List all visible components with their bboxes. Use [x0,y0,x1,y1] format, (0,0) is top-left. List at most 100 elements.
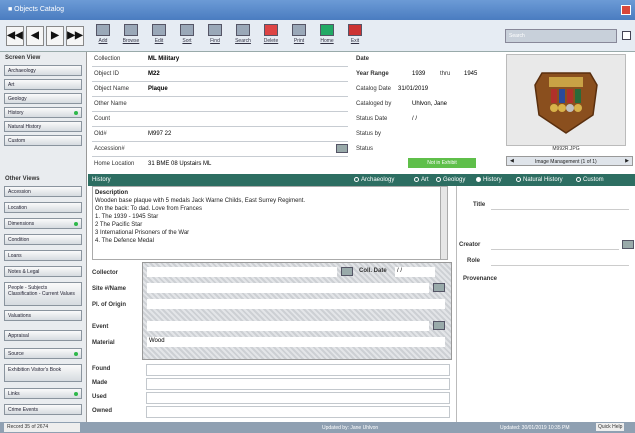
sidebar-item-natural-history[interactable]: Natural History [4,121,82,132]
radio-icon [516,177,521,182]
home-button[interactable]: Home [314,23,340,49]
print-icon [292,24,306,36]
find-button[interactable]: Find [202,23,228,49]
used-label: Used [92,394,107,400]
radio-natural-history[interactable]: Natural History [516,177,563,183]
search-button[interactable]: Search [230,23,256,49]
quick-help-button[interactable]: Quick Help [596,423,625,431]
radio-icon [414,177,419,182]
creator-field[interactable] [491,240,619,250]
image-prev-icon[interactable]: ◀ [510,158,514,164]
title-label: Title [473,202,486,208]
description-scrollbar[interactable] [440,187,447,259]
catalog-date-field[interactable]: 31/01/2019 [396,85,456,95]
sidebar-item-accession[interactable]: Accession [4,186,82,197]
add-button[interactable]: Add [90,23,116,49]
sidebar-item-loans[interactable]: Loans [4,250,82,261]
sort-button[interactable]: Sort [174,23,200,49]
sidebar-item-archaeology[interactable]: Archaeology [4,65,82,76]
collector-lookup-icon[interactable] [341,267,353,276]
sidebar-item-links[interactable]: Links [4,388,82,399]
sidebar-item-location[interactable]: Location [4,202,82,213]
site-lookup-icon[interactable] [433,283,445,292]
window-title-bar: ■ Objects Catalog [0,0,635,20]
coll-date-field[interactable]: / / [395,267,435,277]
status-date-field[interactable]: / / [410,115,450,125]
cataloged-by-field[interactable]: Uhlvon, Jane [410,100,480,110]
close-window-button[interactable] [621,5,631,15]
radio-art[interactable]: Art [414,177,429,183]
owned-field[interactable] [146,406,450,418]
site-label: Site #/Name [92,286,127,292]
year-from-field[interactable]: 1939 [410,70,432,80]
edit-button[interactable]: Edit [146,23,172,49]
exit-button[interactable]: Exit [342,23,368,49]
object-image[interactable] [506,54,626,146]
sidebar-item-crime-events[interactable]: Crime Events [4,404,82,415]
sidebar-item-source[interactable]: Source [4,348,82,359]
image-filename: M992R.JPG [552,146,580,152]
delete-button[interactable]: Delete [258,23,284,49]
status-by-field[interactable] [410,130,490,140]
material-field[interactable]: Wood [147,337,445,347]
image-next-icon[interactable]: ▶ [625,158,629,164]
home-location-field[interactable]: 31 BME 08 Upstairs ML [146,160,346,170]
previous-record-button[interactable]: ◀ [26,26,44,46]
sidebar-item-history[interactable]: History [4,107,82,118]
sidebar-item-exhibition[interactable]: Exhibition Visitor's Book [4,364,82,382]
sidebar-item-condition[interactable]: Condition [4,234,82,245]
sidebar-item-art[interactable]: Art [4,79,82,90]
role-field[interactable] [491,256,629,266]
radio-archaeology[interactable]: Archaeology [354,177,394,183]
status-field[interactable] [380,145,490,155]
image-manager-bar[interactable]: ◀ Image Management (1 of 1) ▶ [506,156,633,166]
radio-custom[interactable]: Custom [576,177,604,183]
home-icon [320,24,334,36]
made-field[interactable] [146,378,450,390]
radio-geology[interactable]: Geology [436,177,465,183]
toolbar-checkbox[interactable] [622,31,631,40]
object-id-label: Object ID [94,71,120,77]
first-record-button[interactable]: ◀◀ [6,26,24,46]
accession-field[interactable] [146,145,334,155]
search-input[interactable]: Search [505,29,617,43]
sidebar-item-dimensions[interactable]: Dimensions [4,218,82,229]
exhibit-status-button[interactable]: Not in Exhibit [408,158,476,168]
sidebar-item-valuations[interactable]: Valuations [4,310,82,321]
radio-icon [354,177,359,182]
old-number-field[interactable]: M997 22 [146,130,346,140]
sidebar-item-geology[interactable]: Geology [4,93,82,104]
event-lookup-icon[interactable] [433,321,445,330]
accession-lookup-icon[interactable] [336,144,348,153]
count-field[interactable] [146,115,346,125]
sidebar-item-custom[interactable]: Custom [4,135,82,146]
next-record-button[interactable]: ▶ [46,26,64,46]
other-name-field[interactable] [146,100,346,110]
found-field[interactable] [146,364,450,376]
record-counter: Record 35 of 2674 [4,423,80,432]
image-manager-label: Image Management (1 of 1) [535,159,597,165]
event-field[interactable] [147,321,429,331]
radio-history[interactable]: History [476,177,502,183]
origin-field[interactable] [147,299,445,309]
collection-field[interactable]: ML Military [146,55,346,65]
status-bar: Record 35 of 2674 Updated by: Jane Uhlvo… [0,422,635,433]
creator-lookup-icon[interactable] [622,240,634,249]
sidebar-item-people-subjects[interactable]: People - Subjects Classification - Curre… [4,282,82,306]
sidebar-item-notes-legal[interactable]: Notes & Legal [4,266,82,277]
site-field[interactable] [147,283,429,293]
year-to-field[interactable]: 1945 [462,70,484,80]
active-indicator-icon [74,111,78,115]
description-textarea[interactable]: Description Wooden base plaque with 5 me… [92,186,448,260]
used-field[interactable] [146,392,450,404]
title-field[interactable] [491,200,629,210]
last-record-button[interactable]: ▶▶ [66,26,84,46]
browse-button[interactable]: Browse [118,23,144,49]
sidebar-item-appraisal[interactable]: Appraisal [4,330,82,341]
print-button[interactable]: Print [286,23,312,49]
active-indicator-icon [74,392,78,396]
collector-field[interactable] [147,267,337,277]
browse-icon [124,24,138,36]
object-name-field[interactable]: Plaque [146,85,346,95]
object-id-field[interactable]: M22 [146,70,346,80]
